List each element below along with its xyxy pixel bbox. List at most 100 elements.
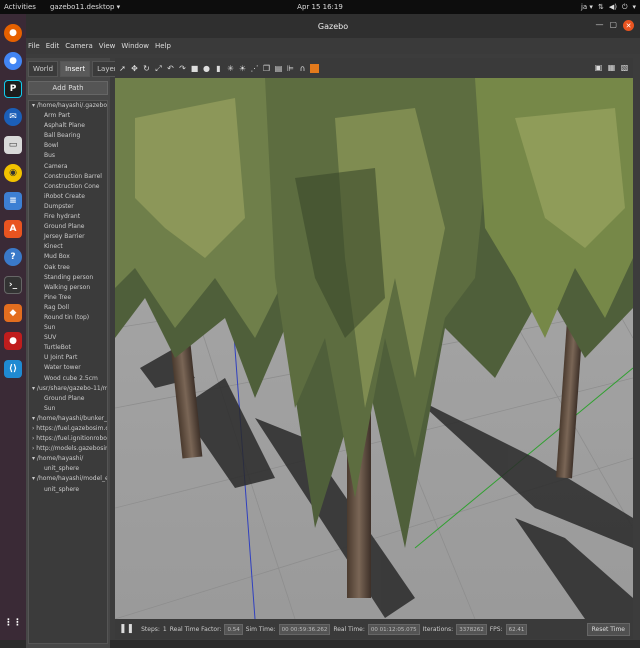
- tree-model-item[interactable]: Bowl: [29, 141, 107, 151]
- firefox-icon[interactable]: ●: [4, 24, 22, 42]
- tree-model-item[interactable]: Construction Cone: [29, 182, 107, 192]
- spot-light-icon[interactable]: ☀: [238, 64, 247, 73]
- tree-model-item[interactable]: SUV: [29, 333, 107, 343]
- menu-help[interactable]: Help: [155, 42, 171, 50]
- tree-model-item[interactable]: Arm Part: [29, 111, 107, 121]
- vscode-icon[interactable]: ⟨⟩: [4, 360, 22, 378]
- language-indicator[interactable]: ja ▾: [581, 3, 593, 11]
- tree-model-item[interactable]: Walking person: [29, 283, 107, 293]
- maximize-icon[interactable]: ▢: [609, 20, 617, 31]
- tree-model-item[interactable]: Oak tree: [29, 263, 107, 273]
- menu-view[interactable]: View: [99, 42, 116, 50]
- tree-path-item[interactable]: › http://models.gazebosim.org/: [29, 444, 107, 454]
- tree-path-item[interactable]: ▾ /home/hayashi/bunker_ws_t...: [29, 414, 107, 424]
- pause-icon[interactable]: ❚❚: [119, 624, 134, 634]
- tree-model-item[interactable]: Ground Plane: [29, 394, 107, 404]
- menu-bar: File Edit Camera View Window Help: [26, 38, 640, 54]
- tree-model-item[interactable]: Rag Doll: [29, 303, 107, 313]
- redo-icon[interactable]: ↷: [178, 64, 187, 73]
- menu-file[interactable]: File: [28, 42, 40, 50]
- tree-model-item[interactable]: unit_sphere: [29, 485, 107, 495]
- tree-model-item[interactable]: Round tin (top): [29, 313, 107, 323]
- menu-window[interactable]: Window: [121, 42, 149, 50]
- activities-button[interactable]: Activities: [4, 3, 36, 11]
- tree-model-item[interactable]: TurtleBot: [29, 343, 107, 353]
- tree-path-item[interactable]: › https://fuel.ignitionrobotics...: [29, 434, 107, 444]
- tree-path-item[interactable]: ▾ /home/hayashi/.gazebo/model...: [29, 101, 107, 111]
- thunderbird-icon[interactable]: ✉: [4, 108, 22, 126]
- tree-model-item[interactable]: Wood cube 2.5cm: [29, 374, 107, 384]
- network-icon[interactable]: ⇅: [598, 3, 604, 11]
- pycharm-icon[interactable]: P: [4, 80, 22, 98]
- tree-model-item[interactable]: Sun: [29, 323, 107, 333]
- tree-model-item[interactable]: iRobot Create: [29, 192, 107, 202]
- point-light-icon[interactable]: ✳: [226, 64, 235, 73]
- tree-model-item[interactable]: Sun: [29, 404, 107, 414]
- tree-model-item[interactable]: Ball Bearing: [29, 131, 107, 141]
- screenshot-icon[interactable]: ▣: [594, 63, 603, 72]
- scale-tool-icon[interactable]: ⤢: [154, 64, 163, 73]
- recorder-icon[interactable]: ●: [4, 332, 22, 350]
- rotate-tool-icon[interactable]: ↻: [142, 64, 151, 73]
- tree-model-item[interactable]: U Joint Part: [29, 353, 107, 363]
- tree-model-item[interactable]: Pine Tree: [29, 293, 107, 303]
- cylinder-shape-icon[interactable]: ▮: [214, 64, 223, 73]
- tree-model-item[interactable]: Fire hydrant: [29, 212, 107, 222]
- log-icon[interactable]: ▦: [607, 63, 616, 72]
- menu-edit[interactable]: Edit: [46, 42, 60, 50]
- volume-icon[interactable]: ◀): [609, 3, 617, 11]
- tree-model-item[interactable]: Bus: [29, 151, 107, 161]
- tree-model-item[interactable]: Standing person: [29, 273, 107, 283]
- tree-path-item[interactable]: ▾ /usr/share/gazebo-11/models/: [29, 384, 107, 394]
- directional-light-icon[interactable]: ⋰: [250, 64, 259, 73]
- steps-value[interactable]: 1: [163, 626, 167, 633]
- dock: ● ● P ✉ ▭ ◉ ≡ A ? ›_ ◆ ● ⟨⟩ ⋮⋮: [0, 14, 26, 640]
- power-icon[interactable]: ⏻: [622, 3, 628, 12]
- copy-icon[interactable]: ❐: [262, 64, 271, 73]
- 3d-scene-viewport[interactable]: [115, 78, 633, 619]
- tree-model-item[interactable]: Kinect: [29, 242, 107, 252]
- tree-model-item[interactable]: Jersey Barrier: [29, 232, 107, 242]
- add-path-button[interactable]: Add Path: [28, 81, 108, 95]
- tab-world[interactable]: World: [28, 61, 59, 77]
- chrome-icon[interactable]: ●: [4, 52, 22, 70]
- terminal-icon[interactable]: ›_: [4, 276, 22, 294]
- sim-time-value: 00 00:59:36.262: [278, 623, 331, 635]
- gazebo-icon[interactable]: ◆: [4, 304, 22, 322]
- app-menu[interactable]: gazebo11.desktop ▾: [50, 3, 120, 11]
- help-icon[interactable]: ?: [4, 248, 22, 266]
- snap-icon[interactable]: ∩: [298, 64, 307, 73]
- close-icon[interactable]: ✕: [623, 20, 634, 31]
- minimize-icon[interactable]: —: [595, 20, 603, 31]
- reset-time-button[interactable]: Reset Time: [586, 622, 630, 636]
- undo-icon[interactable]: ↶: [166, 64, 175, 73]
- tree-model-item[interactable]: Construction Barrel: [29, 172, 107, 182]
- tab-insert[interactable]: Insert: [60, 61, 91, 77]
- writer-icon[interactable]: ≡: [4, 192, 22, 210]
- tree-model-item[interactable]: Mud Box: [29, 252, 107, 262]
- files-icon[interactable]: ▭: [4, 136, 22, 154]
- align-icon[interactable]: ⊫: [286, 64, 295, 73]
- tree-model-item[interactable]: unit_sphere: [29, 464, 107, 474]
- plot-icon[interactable]: ▧: [620, 63, 629, 72]
- tree-model-item[interactable]: Dumpster: [29, 202, 107, 212]
- select-tool-icon[interactable]: ➚: [118, 64, 127, 73]
- tree-model-item[interactable]: Water tower: [29, 363, 107, 373]
- menu-camera[interactable]: Camera: [65, 42, 92, 50]
- rhythmbox-icon[interactable]: ◉: [4, 164, 22, 182]
- steps-label: Steps:: [141, 625, 160, 633]
- chevron-down-icon[interactable]: ▾: [632, 3, 636, 11]
- tree-model-item[interactable]: Ground Plane: [29, 222, 107, 232]
- software-center-icon[interactable]: A: [4, 220, 22, 238]
- tree-path-item[interactable]: ▾ /home/hayashi/model_edito...: [29, 474, 107, 484]
- orange-change-view-icon[interactable]: [310, 63, 319, 73]
- tree-path-item[interactable]: › https://fuel.gazebosim.org: [29, 424, 107, 434]
- tree-model-item[interactable]: Asphalt Plane: [29, 121, 107, 131]
- tree-path-item[interactable]: ▾ /home/hayashi/: [29, 454, 107, 464]
- box-shape-icon[interactable]: ■: [190, 64, 199, 73]
- sphere-shape-icon[interactable]: ●: [202, 64, 211, 73]
- show-apps-icon[interactable]: ⋮⋮: [4, 614, 22, 632]
- tree-model-item[interactable]: Camera: [29, 162, 107, 172]
- translate-tool-icon[interactable]: ✥: [130, 64, 139, 73]
- paste-icon[interactable]: ▤: [274, 64, 283, 73]
